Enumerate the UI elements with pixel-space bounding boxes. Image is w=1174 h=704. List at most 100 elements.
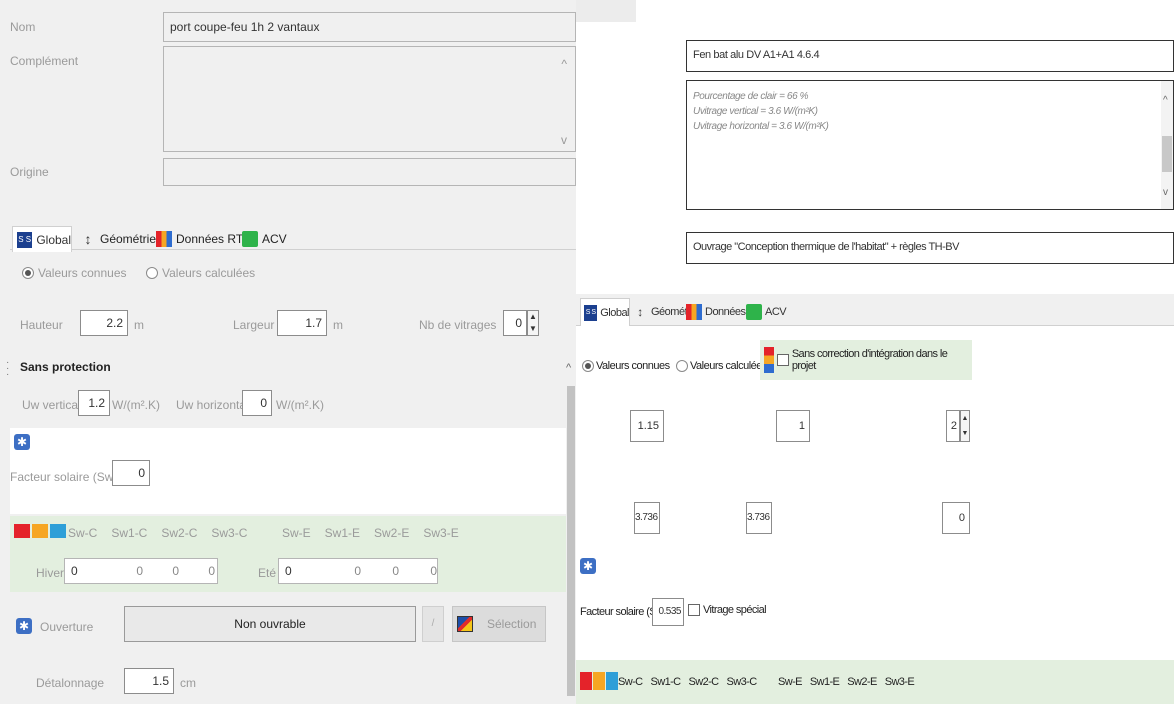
right-largeur-input[interactable]: 1 [776,410,810,442]
right-facteur-input[interactable]: 0.535 [652,598,684,626]
tab-global[interactable]: S S Global [12,226,72,252]
house-cold-icon [50,524,66,538]
right-season-icons [580,672,618,690]
sun-icon [14,524,30,538]
tab-acv[interactable]: ACV [242,226,287,252]
right-tab-global[interactable]: S S Global [580,298,630,326]
right-radio-calc-label: Valeurs calculées [690,360,767,372]
ouverture-label: Ouverture [40,620,94,634]
hauteur-unit: m [134,318,144,332]
ouverture-gear-icon[interactable]: ✱ [16,618,32,634]
tab-geometrie-label: Géométrie [100,232,157,246]
nbvit-label: Nb de vitrages [419,318,497,332]
right-tab-acv[interactable]: ACV [746,304,787,320]
sw-e-headers: Sw-E Sw1-E Sw2-E Sw3-E [282,526,459,540]
right-geometry-icon: ↕ [637,305,643,319]
right-hauteur-input[interactable]: 1.15 [630,410,664,442]
right-scrollbar[interactable]: ^ v [1161,81,1173,209]
right-sun-icon [580,672,592,690]
left-scrollbar[interactable] [566,366,576,704]
ete-sw3[interactable]: 0 [399,564,437,578]
origine-value-field[interactable]: Ouvrage "Conception thermique de l'habit… [686,232,1174,264]
radio-calc[interactable]: Valeurs calculées [146,266,255,280]
ete-sw1[interactable]: 0 [323,564,361,578]
largeur-input[interactable]: 1.7 [277,310,327,336]
right-sw2-c-header: Sw2-C [688,676,720,688]
complement-line-3: Uvitrage horizontal = 3.6 W/(m²K) [693,121,829,132]
left-scrollbar-thumb[interactable] [567,386,575,696]
detalonnage-input[interactable]: 1.5 [124,668,174,694]
hiver-sw3[interactable]: 0 [179,564,215,578]
right-scrollbar-thumb[interactable] [1162,136,1172,172]
vitrage-special-checkbox[interactable] [688,604,700,616]
tab-acv-label: ACV [262,232,287,246]
tab-donnees-rt[interactable]: Données RT [156,226,243,252]
facteur-input[interactable]: 0 [112,460,150,486]
edit-button[interactable]: / [422,606,444,642]
complement-field[interactable]: ^ v [163,46,576,152]
right-nbvit-input[interactable]: 2 [946,410,960,442]
right-settings-gear-icon[interactable]: ✱ [580,558,596,574]
uw-horizontal-input[interactable]: 0 [242,390,272,416]
right-uw-vertical-input[interactable]: 3.736 [634,502,660,534]
right-radio-known[interactable]: Valeurs connues [582,360,670,372]
largeur-unit: m [333,318,343,332]
vitrage-special-label: Vitrage spécial [703,604,767,616]
right-rt-data-icon [686,304,702,320]
scroll-down-arrow-icon[interactable]: v [1163,185,1168,200]
right-house-cold-icon [606,672,618,690]
uw-horizontal-unit: W/(m².K) [276,398,324,412]
hiver-sw2[interactable]: 0 [143,564,179,578]
nbvit-spinner[interactable]: ▲ ▼ [527,310,539,336]
right-sw-c-headers: Sw-C Sw1-C Sw2-C Sw3-C [618,676,757,688]
right-sw-e-headers: Sw-E Sw1-E Sw2-E Sw3-E [778,676,915,688]
name-field[interactable]: Fen bat alu DV A1+A1 4.6.4 [686,40,1174,72]
radio-calc-label: Valeurs calculées [162,266,256,280]
nom-value: port coupe-feu 1h 2 vantaux [170,20,320,34]
scroll-down-icon[interactable]: v [561,133,567,147]
hiver-sw[interactable]: 0 [65,564,107,578]
ouverture-select[interactable]: Non ouvrable [124,606,416,642]
collapse-icon[interactable]: ^ [566,362,571,374]
sw2-e-header: Sw2-E [374,526,410,540]
right-acv-icon [746,304,762,320]
hiver-sw1[interactable]: 0 [107,564,143,578]
nbvit-input[interactable]: 0 [503,310,527,336]
radio-known-button[interactable] [22,267,34,279]
right-nbvit-spinner[interactable]: ▲ ▼ [960,410,970,442]
selection-icon [457,616,473,632]
right-sw-e-header: Sw-E [778,676,802,688]
right-radio-calc[interactable]: Valeurs calculées [676,360,767,372]
right-radio-known-button[interactable] [582,360,594,372]
right-uw-other-input[interactable]: 0 [942,502,970,534]
complement-label: Complément [10,54,79,68]
vitrage-special[interactable]: Vitrage spécial [688,604,767,616]
settings-gear-icon[interactable]: ✱ [14,434,30,450]
ete-row[interactable]: 0 0 0 0 [278,558,438,584]
sans-protection-title: Sans protection [20,360,111,374]
hiver-row[interactable]: 0 0 0 0 [64,558,218,584]
hiver-label: Hiver [36,566,65,580]
right-uw-horizontal-input[interactable]: 3.736 [746,502,772,534]
radio-known-label: Valeurs connues [38,266,127,280]
radio-calc-button[interactable] [146,267,158,279]
ete-sw[interactable]: 0 [279,564,323,578]
right-radio-calc-button[interactable] [676,360,688,372]
right-tab-acv-label: ACV [765,306,787,318]
scroll-up-arrow-icon[interactable]: ^ [1163,93,1168,108]
scroll-up-icon[interactable]: ^ [561,57,567,71]
tab-geometrie[interactable]: ↕ Géométrie [80,226,157,252]
uw-horizontal-label: Uw horizontal [176,398,249,412]
sans-correction-checkbox[interactable] [776,354,789,366]
radio-known[interactable]: Valeurs connues [22,266,127,280]
origine-field[interactable] [163,158,576,186]
ete-sw2[interactable]: 0 [361,564,399,578]
uw-vertical-input[interactable]: 1.2 [78,390,110,416]
nom-field[interactable]: port coupe-feu 1h 2 vantaux [163,12,576,42]
facteur-label: Facteur solaire (Sw) [10,470,118,484]
geometry-icon: ↕ [84,231,92,247]
complement-area[interactable]: Pourcentage de clair = 66 % Uvitrage ver… [686,80,1174,210]
hauteur-input[interactable]: 2.2 [80,310,128,336]
selection-button[interactable]: Sélection [452,606,546,642]
sw-c-headers: Sw-C Sw1-C Sw2-C Sw3-C [68,526,247,540]
